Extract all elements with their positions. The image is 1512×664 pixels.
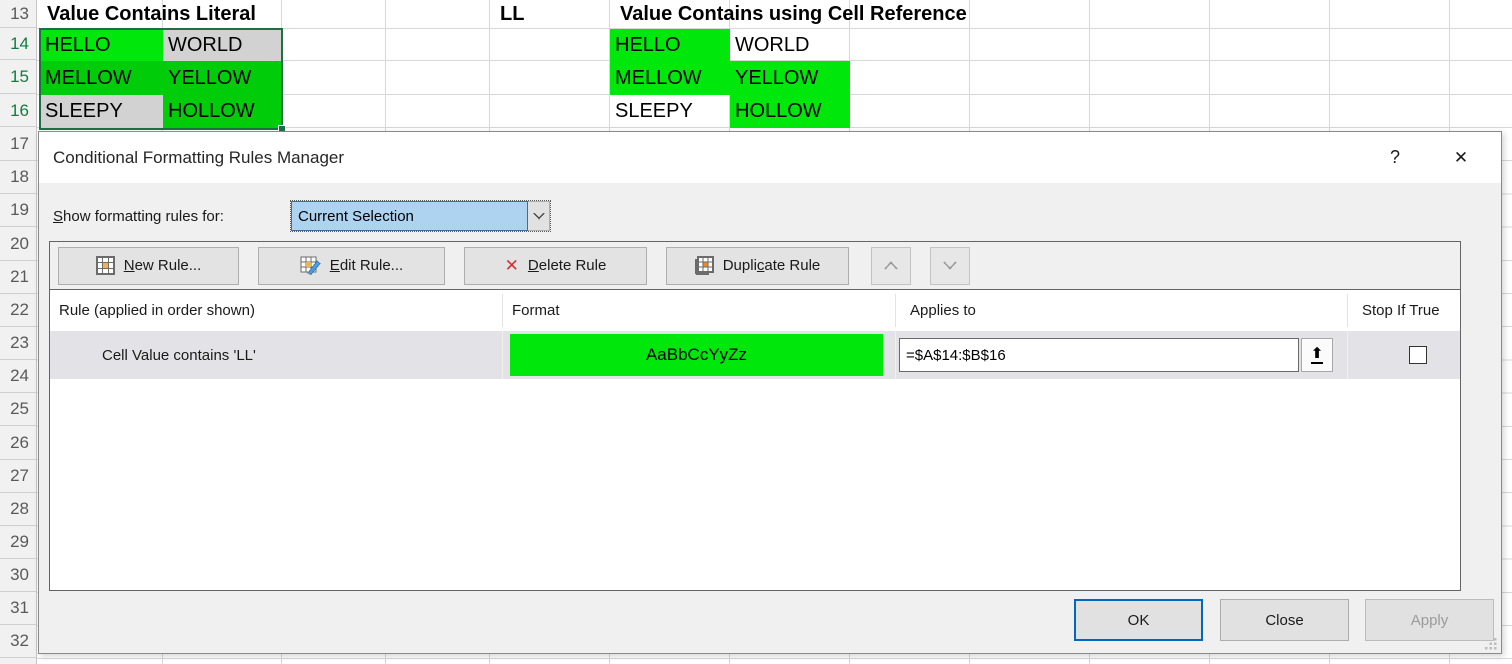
table-icon [695, 256, 714, 275]
duplicate-rule-button[interactable]: Duplicate Rule [666, 247, 849, 285]
ok-button[interactable]: OK [1074, 599, 1203, 641]
row-header-17[interactable]: 17 [0, 128, 36, 161]
cell-f15[interactable]: MELLOW [610, 61, 730, 95]
row-header-13[interactable]: 13 [0, 0, 36, 28]
row-header-30[interactable]: 30 [0, 559, 36, 592]
scope-dropdown[interactable]: Current Selection [291, 201, 550, 231]
close-button[interactable]: Close [1220, 599, 1349, 641]
cell-f14[interactable]: HELLO [610, 29, 730, 61]
cell-a15[interactable]: MELLOW [40, 61, 163, 95]
resize-grip[interactable] [1485, 638, 1497, 650]
format-preview: AaBbCcYyZz [510, 334, 883, 376]
rules-toolbar: New Rule... Edit Rule... ✕ Delete Rule D… [50, 242, 1460, 290]
row-header-26[interactable]: 26 [0, 426, 36, 460]
column-header-format: Format [512, 290, 560, 331]
collapse-dialog-button[interactable]: ⬆ [1301, 338, 1333, 372]
cell-g16[interactable]: HOLLOW [730, 95, 850, 128]
row-header-21[interactable]: 21 [0, 261, 36, 294]
row-header-23[interactable]: 23 [0, 327, 36, 360]
cell-f13-reference-header[interactable]: Value Contains using Cell Reference [615, 0, 1035, 28]
range-select-icon: ⬆ [1311, 346, 1324, 364]
column-header-applies-to: Applies to [910, 290, 976, 331]
row-header-29[interactable]: 29 [0, 526, 36, 559]
edit-table-icon [300, 256, 321, 275]
conditional-formatting-rules-manager-dialog: Conditional Formatting Rules Manager ? ✕… [38, 131, 1502, 654]
help-button[interactable]: ? [1373, 132, 1417, 183]
cell-b14[interactable]: WORLD [163, 29, 281, 61]
row-header-15[interactable]: 15 [0, 61, 36, 94]
cell-a16[interactable]: SLEEPY [40, 95, 163, 128]
stop-if-true-checkbox[interactable] [1409, 346, 1427, 364]
cell-g15[interactable]: YELLOW [730, 61, 850, 95]
cell-a14[interactable]: HELLO [40, 29, 163, 61]
cell-b15[interactable]: YELLOW [163, 61, 281, 95]
show-rules-rest: how formatting rules for: [63, 208, 224, 225]
row-header-31[interactable]: 31 [0, 592, 36, 625]
close-icon[interactable]: ✕ [1439, 132, 1483, 183]
cell-f16[interactable]: SLEEPY [610, 95, 730, 128]
red-x-icon: ✕ [505, 257, 519, 274]
rule-description: Cell Value contains 'LL' [102, 331, 256, 379]
rules-list-header: Rule (applied in order shown) Format App… [50, 290, 1460, 331]
new-rule-button[interactable]: New Rule... [58, 247, 239, 285]
show-rules-label: Show formatting rules for: [53, 201, 224, 231]
chevron-up-icon [884, 261, 898, 270]
cell-b16[interactable]: HOLLOW [163, 95, 281, 128]
move-rule-down-button[interactable] [930, 247, 970, 285]
apply-button[interactable]: Apply [1365, 599, 1494, 641]
row-header-28[interactable]: 28 [0, 493, 36, 526]
row-header-column: 13 14 15 16 17 18 19 20 21 22 23 24 25 2… [0, 0, 37, 664]
dialog-titlebar[interactable]: Conditional Formatting Rules Manager ? ✕ [39, 132, 1501, 183]
cell-a13-literal-header[interactable]: Value Contains Literal [42, 0, 342, 28]
edit-rule-button[interactable]: Edit Rule... [258, 247, 445, 285]
row-header-14[interactable]: 14 [0, 29, 36, 60]
rule-row[interactable]: Cell Value contains 'LL' AaBbCcYyZz ⬆ [50, 331, 1460, 379]
row-header-19[interactable]: 19 [0, 194, 36, 227]
row-header-32[interactable]: 32 [0, 625, 36, 658]
applies-to-input[interactable] [899, 338, 1299, 372]
delete-rule-button[interactable]: ✕ Delete Rule [464, 247, 647, 285]
chevron-down-icon[interactable] [528, 201, 550, 231]
rules-group: New Rule... Edit Rule... ✕ Delete Rule D… [49, 241, 1461, 591]
column-header-rule: Rule (applied in order shown) [59, 290, 255, 331]
move-rule-up-button[interactable] [871, 247, 911, 285]
row-header-27[interactable]: 27 [0, 460, 36, 493]
chevron-down-icon [943, 261, 957, 270]
row-header-24[interactable]: 24 [0, 360, 36, 393]
table-icon [96, 256, 115, 275]
row-header-25[interactable]: 25 [0, 393, 36, 426]
row-header-20[interactable]: 20 [0, 227, 36, 261]
cell-g14[interactable]: WORLD [730, 29, 850, 61]
show-rules-accel: S [53, 208, 63, 225]
row-header-18[interactable]: 18 [0, 161, 36, 194]
row-header-16[interactable]: 16 [0, 95, 36, 127]
scope-dropdown-value[interactable]: Current Selection [291, 201, 528, 231]
dialog-title: Conditional Formatting Rules Manager [53, 132, 344, 183]
cell-e13-ll[interactable]: LL [495, 0, 595, 28]
row-header-22[interactable]: 22 [0, 294, 36, 327]
column-header-stop-if-true: Stop If True [1362, 290, 1440, 331]
